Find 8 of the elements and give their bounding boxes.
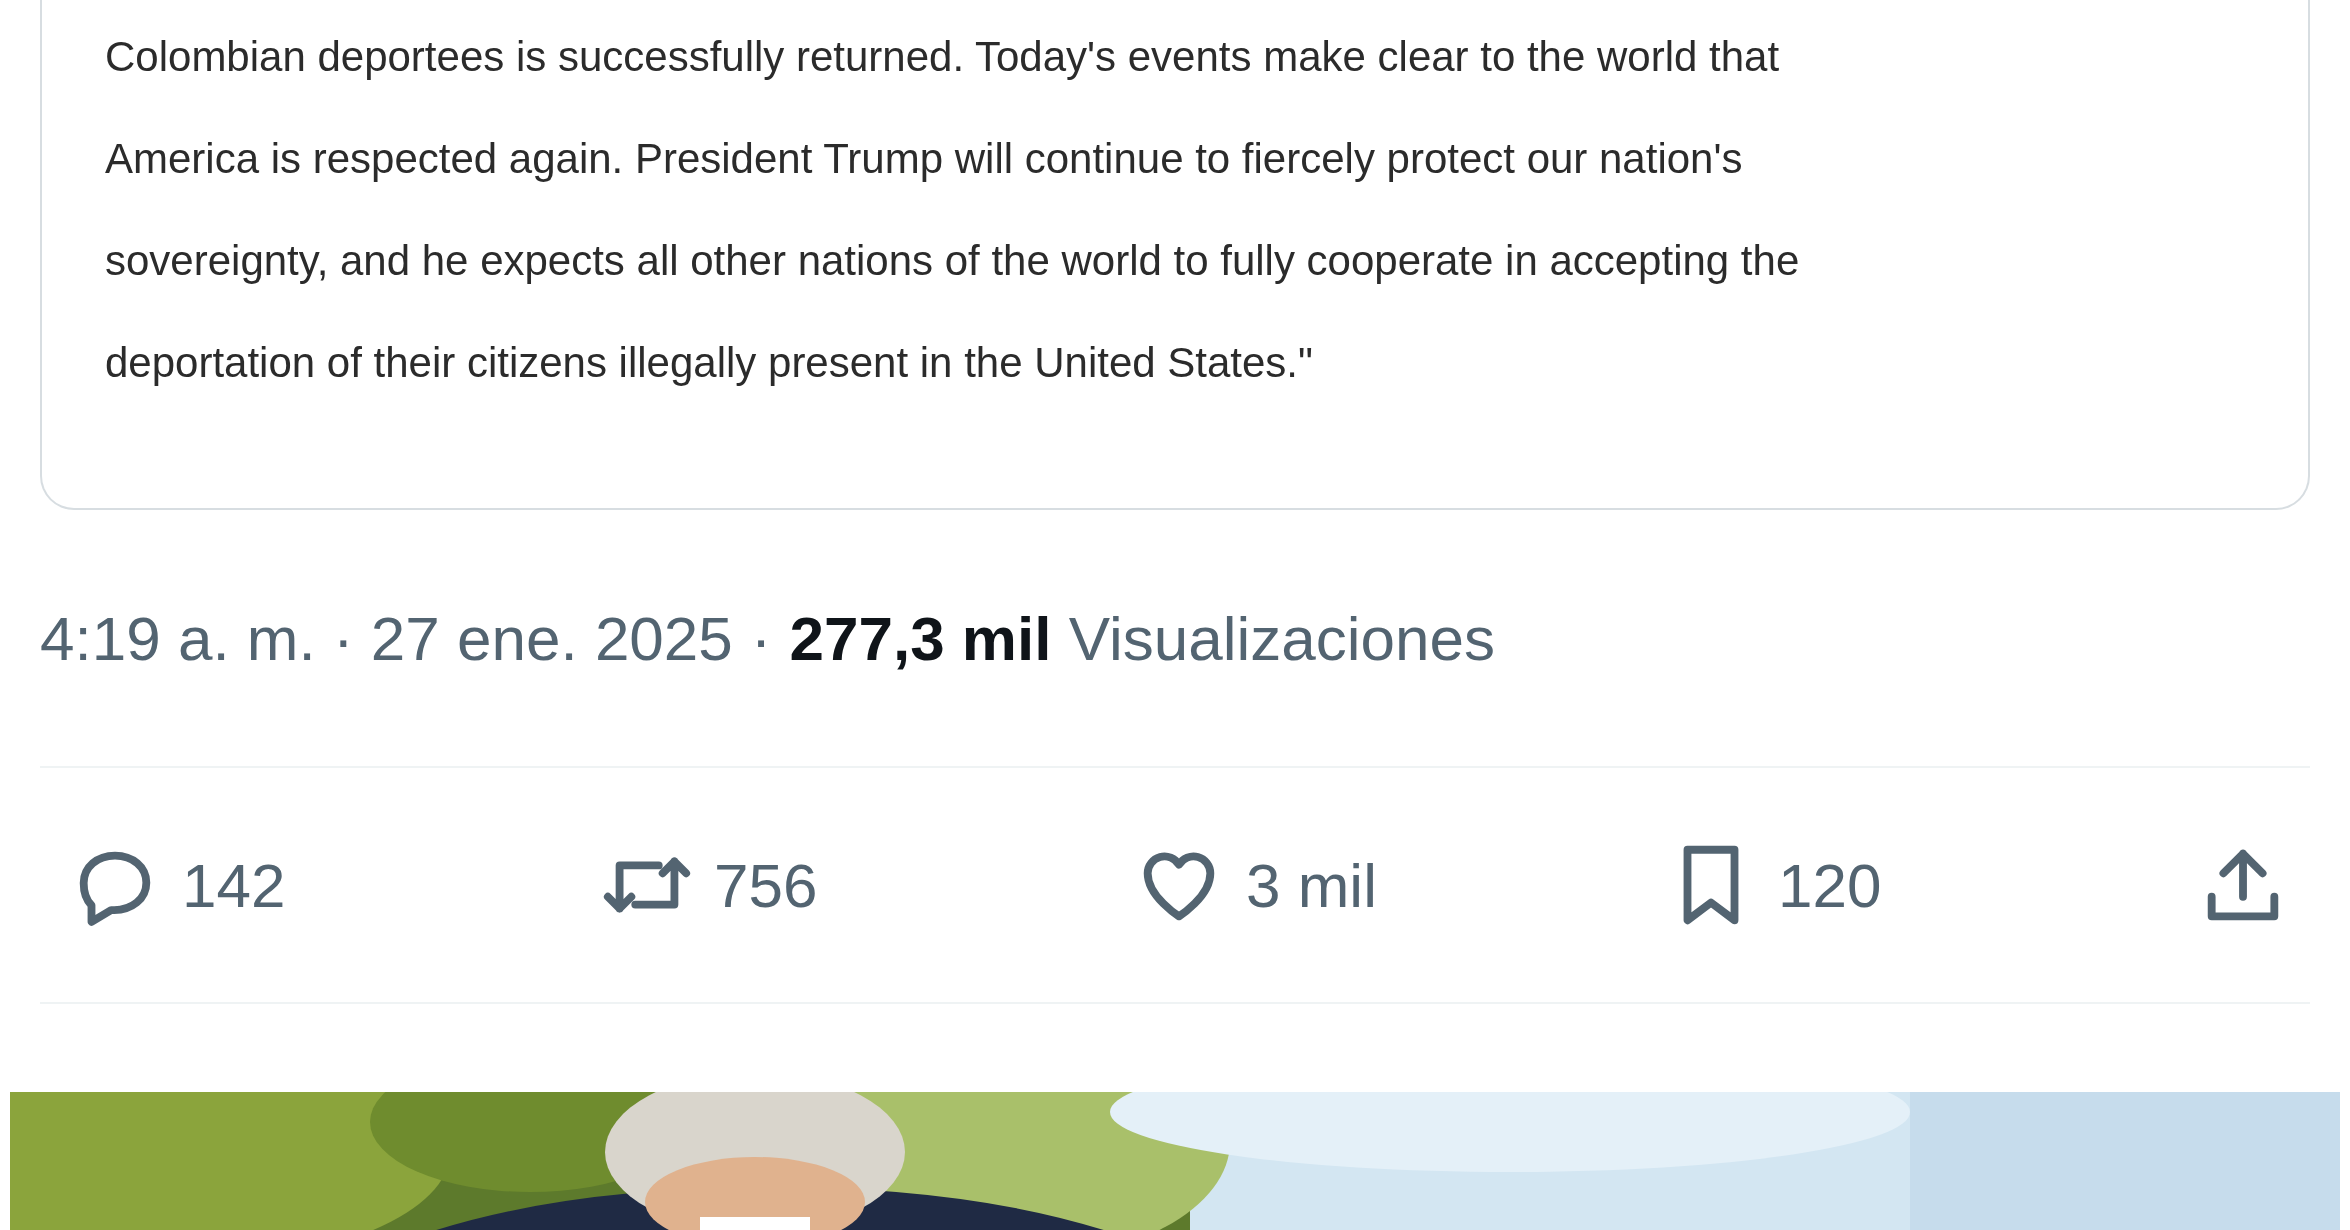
action-count: 756	[714, 849, 818, 921]
view-count: 277,3 mil Visualizaciones	[789, 602, 1495, 674]
action-count: 3 mil	[1246, 849, 1377, 921]
action-count: 142	[182, 849, 286, 921]
timestamp-link[interactable]: 4:19 a. m. · 27 ene. 2025	[40, 602, 733, 674]
action-count: 120	[1778, 849, 1882, 921]
statement-text: Colombian deportees is successfully returned. Today's events make clear to the world that America is respected again. President Trump will continue to fiercely protect our nation's sovereignty, and he expects all other nations of the world to fully cooperate in accepting the deportation of their citizens illegally present in the United States."	[105, 32, 1801, 388]
separator-dot: ·	[750, 602, 772, 674]
